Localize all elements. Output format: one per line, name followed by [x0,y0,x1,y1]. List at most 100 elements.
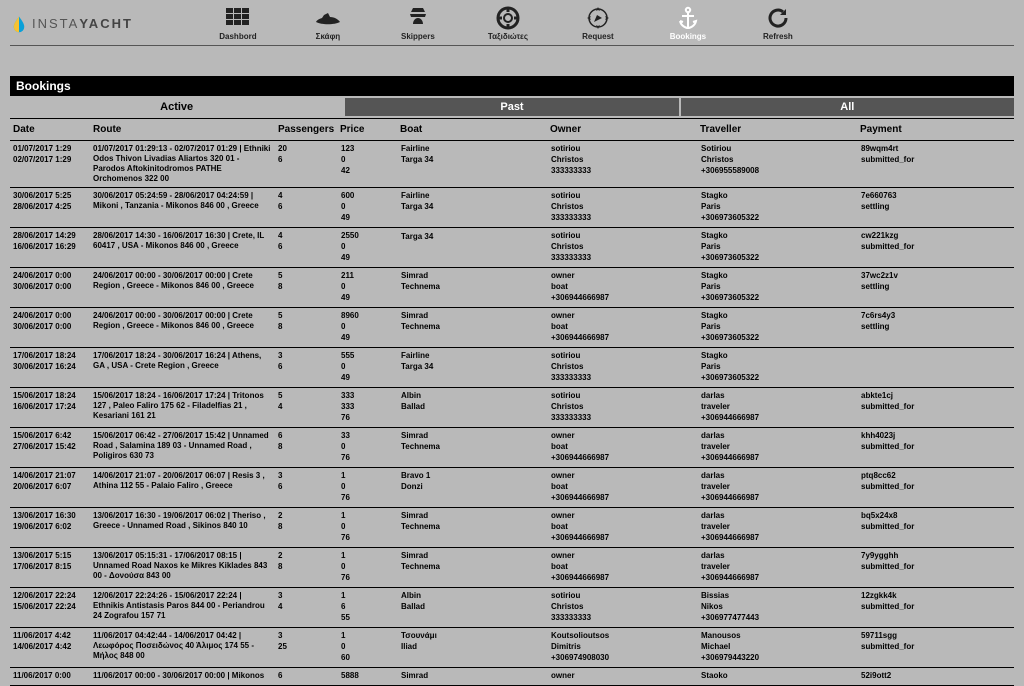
captain-icon [407,6,429,30]
table-row[interactable]: 13/06/2017 16:3019/06/2017 6:0213/06/201… [10,508,1014,548]
nav-bookings[interactable]: Bookings [643,6,733,41]
nav-refresh[interactable]: Refresh [733,6,823,41]
cell-payment: 59711sggsubmitted_for [857,630,997,665]
table-row[interactable]: 12/06/2017 22:2415/06/2017 22:2412/06/20… [10,588,1014,628]
filter-past[interactable]: Past [345,98,678,116]
nav-dashboard[interactable]: Dashbord [193,6,283,41]
cell-passengers: 46 [275,230,337,265]
cell-date: 15/06/2017 6:4227/06/2017 15:42 [10,430,90,465]
table-row[interactable]: 28/06/2017 14:2916/06/2017 16:2928/06/20… [10,228,1014,268]
cell-route: 24/06/2017 00:00 - 30/06/2017 00:00 | Cr… [90,270,275,305]
cell-route: 15/06/2017 06:42 - 27/06/2017 15:42 | Un… [90,430,275,465]
cell-boat: FairlineTarga 34 [397,350,547,385]
cell-passengers: 206 [275,143,337,185]
cell-date: 14/06/2017 21:0720/06/2017 6:07 [10,470,90,505]
cell-traveller: darlastraveler+306944666987 [697,470,857,505]
col-boat: Boat [397,123,547,136]
cell-boat: Simrad [397,670,547,683]
cell-date: 11/06/2017 4:4214/06/2017 4:42 [10,630,90,665]
cell-route: 28/06/2017 14:30 - 16/06/2017 16:30 | Cr… [90,230,275,265]
anchor-icon [676,6,700,30]
cell-traveller: darlastraveler+306944666987 [697,390,857,425]
table-row[interactable]: 30/06/2017 5:2528/06/2017 4:2530/06/2017… [10,188,1014,228]
nav-skafi[interactable]: Σκάφη [283,6,373,41]
col-payment: Payment [857,123,997,136]
grid-icon [226,6,250,30]
cell-route: 01/07/2017 01:29:13 - 02/07/2017 01:29 |… [90,143,275,185]
cell-owner: KoutsolioutsosDimitris+306974908030 [547,630,697,665]
cell-owner: sotiriouChristos333333333 [547,190,697,225]
table-row[interactable]: 15/06/2017 6:4227/06/2017 15:4215/06/201… [10,428,1014,468]
page-content: Bookings Active Past All Date Route Pass… [0,46,1024,686]
cell-date: 24/06/2017 0:0030/06/2017 0:00 [10,310,90,345]
page-title: Bookings [10,76,1014,96]
cell-traveller: StagkoParis+306973605322 [697,350,857,385]
nav-skippers[interactable]: Skippers [373,6,463,41]
cell-traveller: BissiasNikos+306977477443 [697,590,857,625]
table-row[interactable]: 15/06/2017 18:2416/06/2017 17:2415/06/20… [10,388,1014,428]
cell-payment: ptq8cc62submitted_for [857,470,997,505]
cell-traveller: StagkoParis+306973605322 [697,190,857,225]
table-row[interactable]: 24/06/2017 0:0030/06/2017 0:0024/06/2017… [10,308,1014,348]
cell-traveller: StagkoParis+306973605322 [697,270,857,305]
cell-passengers: 34 [275,590,337,625]
table-row[interactable]: 24/06/2017 0:0030/06/2017 0:0024/06/2017… [10,268,1014,308]
col-traveller: Traveller [697,123,857,136]
cell-date: 28/06/2017 14:2916/06/2017 16:29 [10,230,90,265]
cell-traveller: StagkoParis+306973605322 [697,310,857,345]
cell-price: 1076 [337,470,397,505]
table-row[interactable]: 11/06/2017 4:4214/06/2017 4:4211/06/2017… [10,628,1014,668]
cell-price: 33333376 [337,390,397,425]
cell-traveller: ManousosMichael+306979443220 [697,630,857,665]
table-header: Date Route Passengers Price Boat Owner T… [10,118,1014,141]
cell-payment: 37wc2z1vsettling [857,270,997,305]
table-row[interactable]: 14/06/2017 21:0720/06/2017 6:0714/06/201… [10,468,1014,508]
cell-route: 11/06/2017 04:42:44 - 14/06/2017 04:42 |… [90,630,275,665]
col-route: Route [90,123,275,136]
col-price: Price [337,123,397,136]
logo-drop-icon [10,15,28,33]
cell-date: 13/06/2017 16:3019/06/2017 6:02 [10,510,90,545]
col-passengers: Passengers [275,123,337,136]
cell-route: 24/06/2017 00:00 - 30/06/2017 00:00 | Cr… [90,310,275,345]
cell-boat: SimradTechnema [397,430,547,465]
cell-owner: owner [547,670,697,683]
table-row[interactable]: 13/06/2017 5:1517/06/2017 8:1513/06/2017… [10,548,1014,588]
cell-payment: khh4023jsubmitted_for [857,430,997,465]
cell-payment: 12zgkk4ksubmitted_for [857,590,997,625]
cell-route: 17/06/2017 18:24 - 30/06/2017 16:24 | At… [90,350,275,385]
table-row[interactable]: 17/06/2017 18:2430/06/2017 16:2417/06/20… [10,348,1014,388]
cell-passengers: 325 [275,630,337,665]
table-row[interactable]: 01/07/2017 1:2902/07/2017 1:2901/07/2017… [10,141,1014,188]
cell-payment: bq5x24x8submitted_for [857,510,997,545]
nav-taxi[interactable]: Ταξιδιώτες [463,6,553,41]
cell-route: 13/06/2017 05:15:31 - 17/06/2017 08:15 |… [90,550,275,585]
cell-date: 30/06/2017 5:2528/06/2017 4:25 [10,190,90,225]
cell-passengers: 68 [275,430,337,465]
cell-date: 12/06/2017 22:2415/06/2017 22:24 [10,590,90,625]
cell-price: 555049 [337,350,397,385]
cell-owner: sotiriouChristos333333333 [547,350,697,385]
cell-traveller: StagkoParis+306973605322 [697,230,857,265]
cell-date: 13/06/2017 5:1517/06/2017 8:15 [10,550,90,585]
cell-boat: SimradTechnema [397,510,547,545]
cell-route: 30/06/2017 05:24:59 - 28/06/2017 04:24:5… [90,190,275,225]
table-row[interactable]: 11/06/2017 0:0011/06/2017 00:00 - 30/06/… [10,668,1014,686]
cell-owner: ownerboat+306944666987 [547,470,697,505]
cell-boat: SimradTechnema [397,550,547,585]
cell-boat: SimradTechnema [397,270,547,305]
filter-active[interactable]: Active [10,98,343,116]
compass-icon [586,6,610,30]
cell-price: 1655 [337,590,397,625]
table-body: 01/07/2017 1:2902/07/2017 1:2901/07/2017… [10,141,1014,686]
cell-owner: ownerboat+306944666987 [547,310,697,345]
logo: INSTAYACHT [10,15,133,33]
filter-all[interactable]: All [681,98,1014,116]
cell-price: 5888 [337,670,397,683]
cell-route: 14/06/2017 21:07 - 20/06/2017 06:07 | Re… [90,470,275,505]
cell-traveller: darlastraveler+306944666987 [697,550,857,585]
cell-price: 1076 [337,550,397,585]
cell-payment: 89wqm4rtsubmitted_for [857,143,997,185]
nav-request[interactable]: Request [553,6,643,41]
cell-boat: AlbinBallad [397,590,547,625]
